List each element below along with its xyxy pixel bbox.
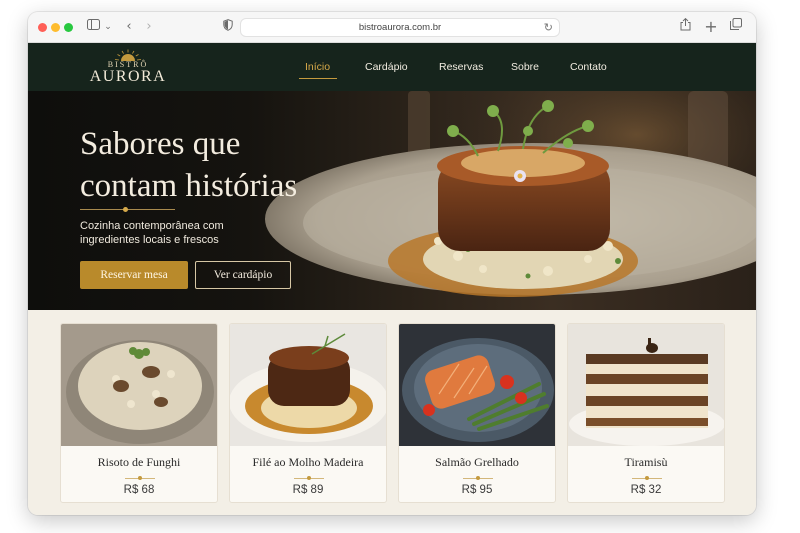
steak-image (230, 324, 386, 446)
nav-item-sobre[interactable]: Sobre (511, 61, 539, 73)
shield-icon[interactable] (223, 19, 233, 31)
share-icon[interactable] (678, 17, 692, 37)
address-bar[interactable]: bistroaurora.com.br ↻ (240, 18, 560, 37)
nav-active-indicator (299, 78, 337, 79)
menu-item-name: Salmão Grelhado (435, 455, 519, 469)
menu-item-price: R$ 89 (292, 484, 324, 496)
browser-toolbar: ⌄ ‹ › bistroaurora.com.br ↻ + (28, 12, 756, 43)
brand-name: AURORA (89, 68, 167, 85)
view-menu-button[interactable]: Ver cardápio (195, 261, 291, 289)
menu-item-price: R$ 95 (461, 484, 493, 496)
hero-divider-dot (123, 207, 128, 212)
browser-window: ⌄ ‹ › bistroaurora.com.br ↻ + BISTRÔ AUR… (28, 12, 756, 515)
hero-title-line-1: Sabores que (80, 126, 241, 162)
tiramisu-image (568, 324, 724, 446)
menu-item-price: R$ 68 (123, 484, 155, 496)
hero-title-line-2: contam histórias (80, 168, 298, 204)
menu-highlights: Risoto de Funghi R$ 68 Filé ao Molho Mad… (28, 310, 756, 515)
menu-item-name: Risoto de Funghi (97, 455, 181, 469)
hero-section: Sabores que contam histórias Cozinha con… (28, 91, 756, 310)
nav-item-inicio[interactable]: Início (305, 61, 330, 73)
sidebar-icon[interactable] (86, 18, 100, 36)
menu-card-tiramisu[interactable]: Tiramisù R$ 32 (567, 323, 725, 503)
nav-item-cardapio[interactable]: Cardápio (365, 61, 408, 73)
minimize-window-button[interactable] (51, 23, 60, 32)
close-window-button[interactable] (38, 23, 47, 32)
chevron-down-icon[interactable]: ⌄ (103, 18, 113, 36)
card-divider-dot (645, 476, 649, 480)
tabs-overview-icon[interactable] (729, 18, 743, 36)
menu-item-name: Tiramisù (624, 455, 668, 469)
plus-icon[interactable]: + (704, 18, 718, 35)
chevron-left-icon[interactable]: ‹ (123, 18, 135, 36)
nav-item-reservas[interactable]: Reservas (439, 61, 483, 73)
nav-item-contato[interactable]: Contato (570, 61, 607, 73)
salmon-image (399, 324, 555, 446)
card-divider-dot (138, 476, 142, 480)
card-divider-dot (476, 476, 480, 480)
brand-logo[interactable]: BISTRÔ AURORA (88, 47, 168, 91)
menu-item-price: R$ 32 (630, 484, 662, 496)
menu-card-salmao[interactable]: Salmão Grelhado R$ 95 (398, 323, 556, 503)
chevron-right-icon[interactable]: › (143, 18, 155, 36)
hero-title: Sabores que contam histórias (80, 123, 370, 207)
menu-item-name: Filé ao Molho Madeira (252, 455, 364, 469)
menu-card-risoto[interactable]: Risoto de Funghi R$ 68 (60, 323, 218, 503)
site-header: BISTRÔ AURORA Início Cardápio Reservas S… (28, 43, 756, 91)
risotto-image (61, 324, 217, 446)
url-text: bistroaurora.com.br (358, 22, 442, 33)
zoom-window-button[interactable] (64, 23, 73, 32)
reload-icon[interactable]: ↻ (544, 21, 553, 34)
hero-subtitle: Cozinha contemporânea com ingredientes l… (80, 219, 270, 247)
hero-subtitle-line-2: ingredientes locais e frescos (80, 234, 219, 246)
hero-subtitle-line-1: Cozinha contemporânea com (80, 220, 224, 232)
menu-card-file[interactable]: Filé ao Molho Madeira R$ 89 (229, 323, 387, 503)
reserve-table-button[interactable]: Reservar mesa (80, 261, 188, 289)
card-divider-dot (307, 476, 311, 480)
